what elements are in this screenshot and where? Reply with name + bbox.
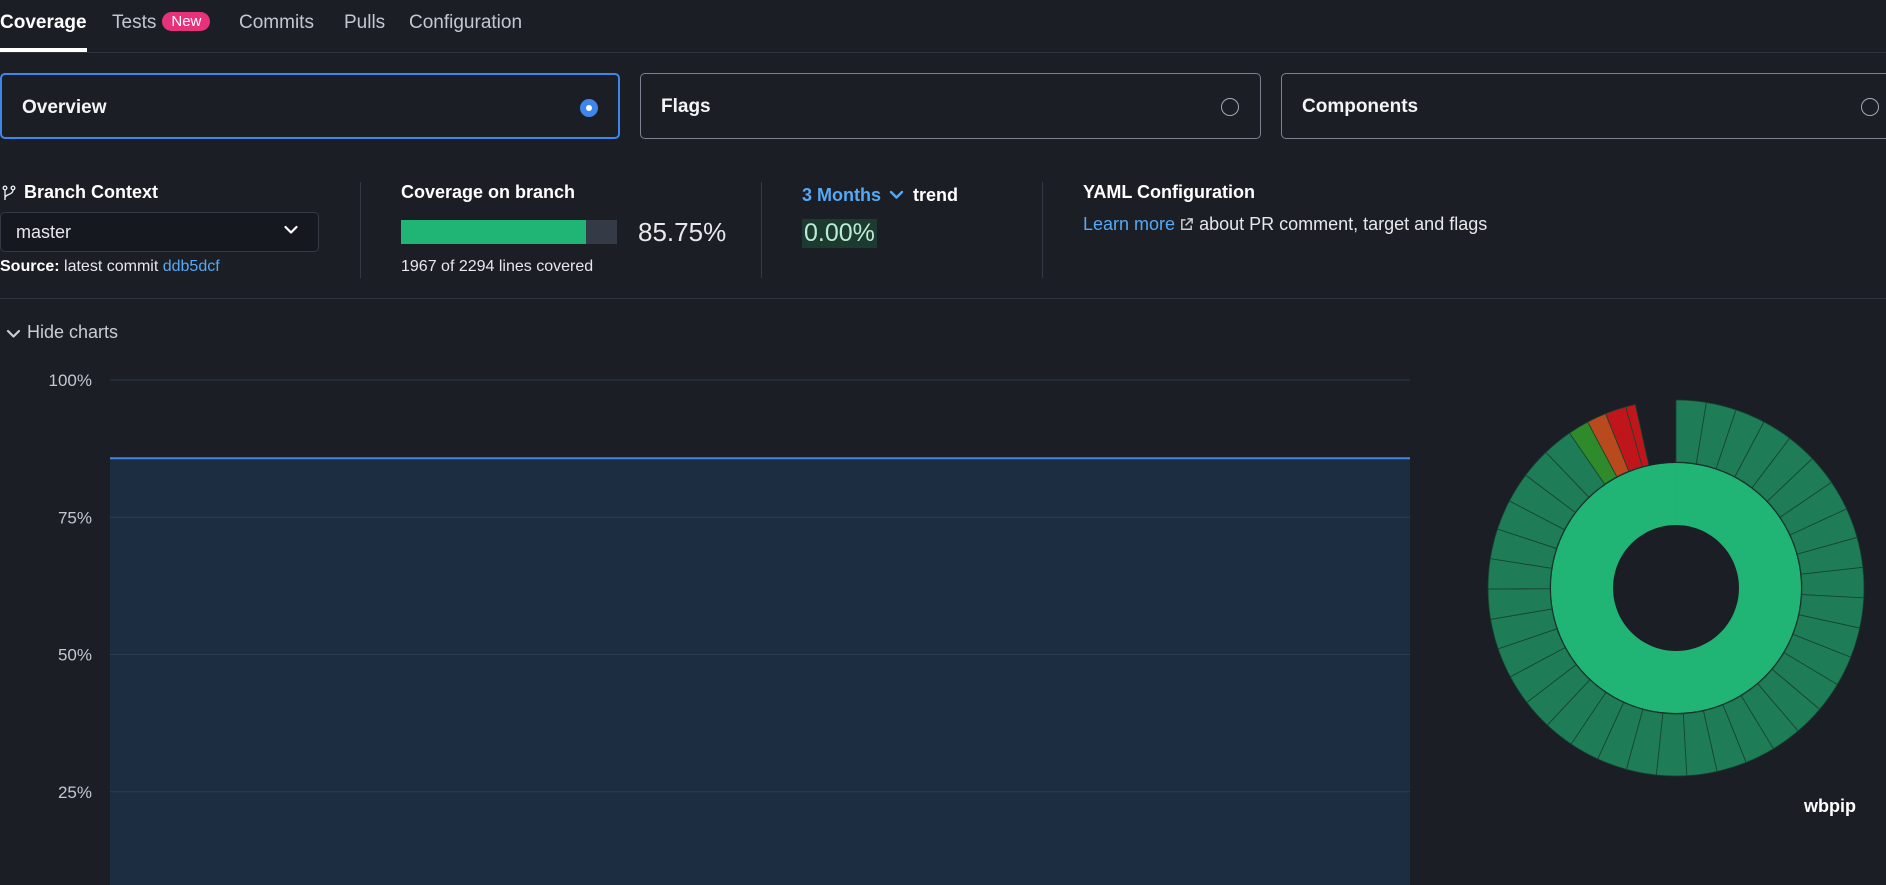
lines-covered: 1967 of 2294 lines covered	[401, 258, 594, 275]
section-divider	[0, 298, 1886, 299]
branch-context-heading: Branch Context	[24, 182, 159, 202]
tab-tests-label: Tests	[112, 12, 157, 33]
overview-card[interactable]: Overview	[0, 73, 620, 139]
components-card-label: Components	[1302, 96, 1419, 117]
tab-coverage[interactable]: Coverage	[0, 12, 87, 34]
tab-commits[interactable]: Commits	[239, 12, 314, 34]
divider	[761, 182, 762, 278]
sunburst-root-label: wbpip	[1804, 796, 1856, 816]
branch-select[interactable]: master	[0, 212, 319, 252]
tab-pulls[interactable]: Pulls	[344, 12, 385, 34]
y-tick-label: 25%	[58, 783, 92, 802]
top-tabs: Coverage Tests New Commits Pulls Configur…	[0, 0, 1886, 53]
learn-more-link[interactable]: Learn more	[1083, 214, 1175, 234]
trend-period-label: 3 Months	[802, 185, 881, 205]
source-label: Source:	[0, 258, 60, 275]
components-card[interactable]: Components	[1281, 73, 1886, 139]
yaml-description: Learn more about PR comment, target and …	[1083, 214, 1487, 235]
yaml-text: about PR comment, target and flags	[1199, 214, 1488, 234]
tab-tests[interactable]: Tests New	[112, 12, 211, 34]
trend-period-select[interactable]: 3 Months	[802, 185, 904, 206]
trend-label: trend	[913, 185, 958, 205]
chevron-down-icon	[6, 329, 21, 338]
chevron-down-icon	[284, 225, 298, 234]
hide-charts-toggle[interactable]: Hide charts	[6, 322, 118, 343]
sunburst-inner-ring[interactable]	[1550, 463, 1801, 713]
flags-card-label: Flags	[661, 96, 711, 117]
external-link-icon	[1181, 218, 1193, 230]
coverage-trend-chart: 100% 75% 50% 25%	[49, 371, 1410, 885]
coverage-sunburst-chart[interactable]	[1480, 395, 1880, 795]
coverage-progress-bar	[401, 220, 617, 244]
y-tick-label: 75%	[58, 508, 92, 527]
coverage-percent: 85.75%	[638, 217, 727, 247]
trend-value: 0.00%	[802, 219, 877, 248]
coverage-area	[110, 458, 1410, 885]
tab-configuration[interactable]: Configuration	[409, 12, 522, 34]
flags-radio[interactable]	[1221, 98, 1239, 116]
source-text: latest commit	[64, 258, 159, 275]
coverage-progress-fill	[401, 220, 587, 244]
source-line: Source: latest commit ddb5dcf	[0, 258, 220, 276]
divider	[360, 182, 361, 278]
branch-select-value: master	[16, 222, 72, 242]
overview-radio[interactable]	[580, 99, 598, 117]
new-badge: New	[162, 12, 211, 31]
divider	[1042, 182, 1043, 278]
flags-card[interactable]: Flags	[640, 73, 1261, 139]
coverage-heading: Coverage on branch	[401, 182, 576, 202]
components-radio[interactable]	[1861, 98, 1879, 116]
hide-charts-label: Hide charts	[27, 322, 119, 342]
branch-icon	[2, 185, 16, 200]
commit-link[interactable]: ddb5dcf	[163, 258, 220, 275]
yaml-heading: YAML Configuration	[1083, 182, 1255, 202]
chevron-down-icon	[889, 190, 904, 199]
y-tick-label: 100%	[49, 371, 92, 390]
active-tab-underline	[0, 48, 87, 52]
overview-card-label: Overview	[22, 97, 107, 118]
y-tick-label: 50%	[58, 646, 92, 665]
